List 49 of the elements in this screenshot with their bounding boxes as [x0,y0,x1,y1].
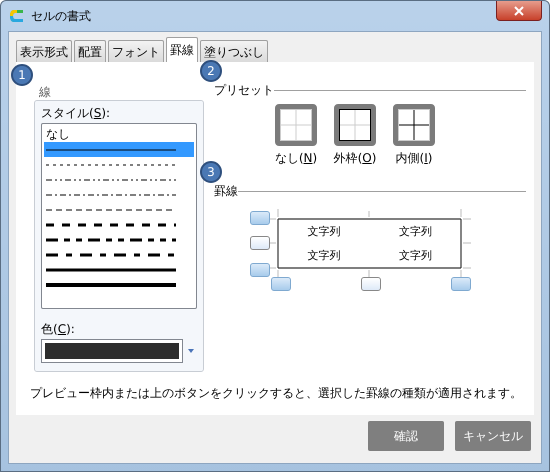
border-toggle-button[interactable] [361,277,381,291]
border-toggle-button[interactable] [250,263,270,277]
line-style-list[interactable]: なし [41,123,197,309]
line-sample-icon [46,280,176,288]
line-sample-icon [46,220,176,228]
border-toggle-button[interactable] [250,236,270,250]
step-badge: 2 [200,60,222,82]
tab[interactable]: フォント [108,40,164,62]
close-button[interactable] [496,1,542,21]
section-title: 罫線 [214,182,238,200]
tab[interactable]: 塗りつぶし [200,40,268,62]
border-line[interactable] [278,218,461,220]
tab[interactable]: 配置 [74,40,106,62]
dropdown-arrow-icon[interactable] [188,349,194,353]
line-sample-icon [46,250,176,258]
border-line[interactable] [278,267,461,269]
line-sample-icon [46,236,176,244]
border-line[interactable] [460,219,462,268]
tab[interactable]: 罫線 [166,37,198,62]
group-title: 線 [39,84,52,100]
line-sample-icon [46,266,176,274]
border-toggle-button[interactable] [271,277,291,291]
line-style-item[interactable] [44,142,194,157]
color-label: 色(C): [41,321,76,338]
dialog-button[interactable]: キャンセル [455,421,531,451]
sample-text: 文字列 [307,224,340,239]
border-toggle-button[interactable] [250,211,270,225]
sample-text: 文字列 [307,248,340,264]
app-logo-icon [9,8,25,24]
close-icon [514,6,524,16]
hint-text: プレビュー枠内または上のボタンをクリックすると、選択した罫線の種類が適用されます。 [29,385,523,402]
sample-text: 文字列 [398,224,432,239]
list-item[interactable]: なし [44,127,194,142]
preset-label: 外枠(O) [334,150,376,167]
dialog-button[interactable]: 確認 [368,421,444,451]
preset-button[interactable] [393,104,435,146]
step-badge: 3 [200,161,222,183]
border-toggle-button[interactable] [451,277,471,291]
preset-label: 内側(I) [396,150,432,167]
border-line[interactable] [277,219,279,268]
style-label: スタイル(S): [41,105,112,122]
tab[interactable]: 表示形式 [16,40,72,62]
step-badge: 1 [11,64,33,86]
color-picker[interactable] [41,339,183,363]
preset-label: なし(N) [274,150,318,167]
sample-text: 文字列 [398,248,432,264]
preset-button[interactable] [334,104,376,146]
window-title: セルの書式 [31,8,91,24]
section-title: プリセット [214,82,274,98]
